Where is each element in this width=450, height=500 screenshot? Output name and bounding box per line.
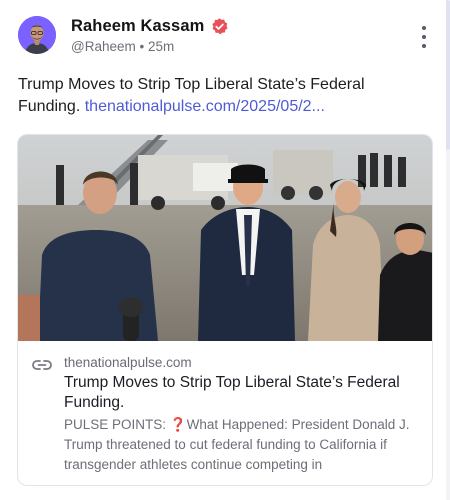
avatar[interactable] [18, 16, 56, 54]
link-icon [32, 360, 52, 370]
scrollbar-thumb[interactable] [446, 0, 450, 150]
author-name-row: Raheem Kassam [71, 17, 229, 36]
card-body: thenationalpulse.com Trump Moves to Stri… [18, 341, 432, 485]
card-description: PULSE POINTS: ❓What Happened: President … [64, 417, 410, 472]
social-post: Raheem Kassam @Raheem • 25m Trump Moves … [0, 0, 446, 500]
more-dot [422, 44, 426, 48]
meta-separator: • [139, 39, 145, 54]
card-title[interactable]: Trump Moves to Strip Top Liberal State’s… [64, 373, 424, 413]
link-preview-card[interactable]: thenationalpulse.com Trump Moves to Stri… [17, 134, 433, 486]
scrollbar[interactable] [446, 0, 450, 500]
post-meta: @Raheem • 25m [71, 39, 174, 54]
author-handle[interactable]: @Raheem [71, 39, 136, 54]
card-image[interactable] [18, 135, 433, 341]
post-link[interactable]: thenationalpulse.com/2025/05/2... [85, 98, 325, 115]
more-dot [422, 26, 426, 30]
card-domain: thenationalpulse.com [64, 355, 192, 370]
more-dot [422, 35, 426, 39]
post-header: Raheem Kassam @Raheem • 25m [18, 16, 438, 56]
verified-badge-icon [210, 17, 229, 36]
more-vertical-icon[interactable] [414, 26, 434, 48]
author-name[interactable]: Raheem Kassam [71, 17, 204, 36]
post-text: Trump Moves to Strip Top Liberal State’s… [18, 74, 428, 118]
post-time[interactable]: 25m [148, 39, 174, 54]
